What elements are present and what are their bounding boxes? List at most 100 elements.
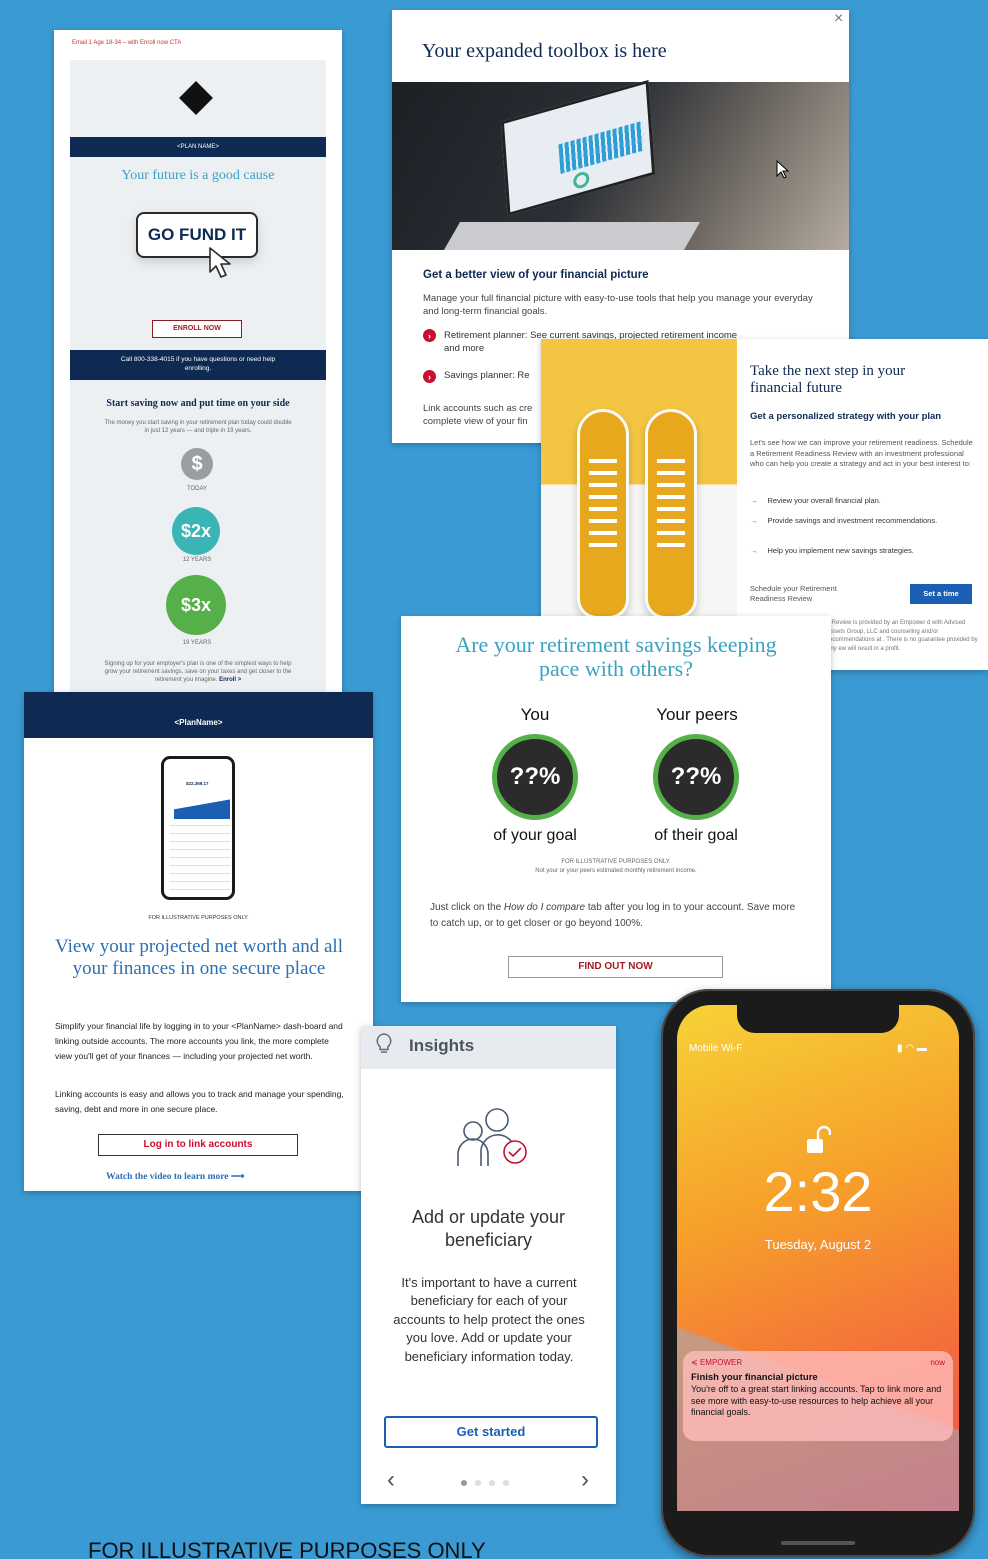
carousel-dot[interactable]	[489, 1480, 495, 1486]
carousel-next-button[interactable]: ›	[581, 1466, 589, 1494]
phone-rows	[170, 825, 230, 891]
peers-title: Are your retirement savings keeping pace…	[455, 632, 777, 682]
toolbox-footer: Link accounts such as cre complete view …	[423, 403, 533, 428]
arrow-right-icon: →	[750, 516, 758, 525]
home-indicator	[781, 1541, 855, 1545]
go-fund-it-art: GO FUND IT	[136, 212, 258, 258]
log-in-link-accounts-button[interactable]: Log in to link accounts	[98, 1134, 298, 1156]
set-a-time-button[interactable]: Set a time	[910, 584, 972, 604]
next-step-title: Take the next step in your financial fut…	[750, 363, 906, 397]
peers-gauge: ??%	[653, 734, 739, 820]
laces	[657, 459, 685, 549]
toolbox-bullet-2-text: Savings planner: Re	[444, 370, 530, 381]
lightbulb-icon	[376, 1033, 392, 1053]
notification-app: ≼ EMPOWER	[691, 1358, 743, 1367]
phone-frame: Mobile Wi-F ▮ ◠ ▬ 2:32 Tuesday, August 2…	[661, 989, 975, 1557]
next-step-bullet-2: → Provide savings and investment recommen…	[750, 516, 950, 525]
chevron-right-icon: ›	[423, 329, 436, 342]
watch-video-link-text: Watch the video to learn more	[106, 1172, 229, 1182]
laptop-screen	[500, 79, 656, 217]
find-out-now-button[interactable]: FIND OUT NOW	[508, 956, 723, 978]
schedule-label: Schedule your Retirement Readiness Revie…	[750, 584, 837, 603]
enroll-link[interactable]: Enroll >	[219, 677, 241, 683]
toolbox-subhead: Get a better view of your financial pict…	[423, 269, 649, 281]
insights-title: Add or update your beneficiary	[411, 1207, 566, 1250]
insights-header-title: Insights	[409, 1036, 475, 1055]
phone-screen: Mobile Wi-F ▮ ◠ ▬ 2:32 Tuesday, August 2…	[677, 1005, 959, 1511]
next-step-bullet-1: → Review your overall financial plan.	[750, 496, 881, 505]
beneficiary-icon	[457, 1108, 527, 1166]
you-caption: of your goal	[493, 827, 577, 844]
notification[interactable]: ≼ EMPOWER now Finish your financial pict…	[683, 1351, 953, 1441]
email-headline: Your future is a good cause	[121, 168, 275, 183]
carrier-label: Mobile Wi-F	[689, 1043, 743, 1054]
peers-note-1: FOR ILLUSTRATIVE PURPOSES ONLY.	[561, 859, 671, 865]
insights-header	[361, 1026, 616, 1069]
toolbox-title: Your expanded toolbox is here	[422, 40, 667, 62]
peers-caption: of their goal	[654, 827, 738, 844]
net-worth-body-2: Linking accounts is easy and allows you …	[55, 1089, 344, 1114]
illustrative-note: FOR ILLUSTRATIVE PURPOSES ONLY.	[148, 915, 249, 921]
illustrative-footer: FOR ILLUSTRATIVE PURPOSES ONLY	[88, 1538, 486, 1559]
peers-body: Just click on the How do I compare tab a…	[430, 900, 802, 932]
chevron-right-icon: ›	[423, 370, 436, 383]
lock-date: Tuesday, August 2	[764, 1237, 872, 1252]
screen-chart	[558, 120, 645, 174]
notification-body: You're off to a great start linking acco…	[691, 1384, 942, 1418]
carousel-dots	[461, 1480, 509, 1486]
notification-time: now	[930, 1358, 945, 1367]
peers-card: Are your retirement savings keeping pace…	[401, 616, 831, 1002]
plan-name-bar: <PLAN NAME>	[70, 137, 326, 157]
phone-balance: $22,359.17	[186, 781, 209, 786]
section-title: Start saving now and put time on your si…	[106, 398, 290, 409]
email-card: Email 1 Age 18-34 – with Enroll now CTA …	[54, 30, 342, 692]
status-icons: ▮ ◠ ▬	[897, 1043, 927, 1054]
laces	[589, 459, 617, 549]
next-step-disclaimer: s Review is provided by an Empower d wit…	[827, 620, 978, 653]
notification-title: Finish your financial picture	[691, 1372, 818, 1383]
next-step-subhead: Get a personalized strategy with your pl…	[750, 411, 942, 422]
unlocked-padlock-icon	[807, 1125, 831, 1153]
phone-mockup: $22,359.17	[161, 756, 235, 900]
laptop-keyboard	[443, 222, 701, 250]
next-step-bullet-2-text: Provide savings and investment recommend…	[767, 516, 938, 525]
growth-12-years: $2x	[172, 507, 220, 555]
carousel-prev-button[interactable]: ‹	[387, 1466, 395, 1494]
growth-19-years: $3x	[166, 575, 226, 635]
growth-today-label: TODAY	[186, 486, 208, 492]
lock-time: 2:32	[763, 1160, 873, 1223]
net-worth-title: View your projected net worth and all yo…	[55, 936, 343, 980]
email-footer-copy: Signing up for your employer's plan is o…	[104, 661, 292, 684]
pointer-icon	[776, 160, 790, 179]
phone-chart	[174, 793, 230, 819]
you-gauge: ??%	[492, 734, 578, 820]
next-step-bullet-3-text: Help you implement new savings strategie…	[767, 546, 914, 555]
long-arrow-right-icon: ⟶	[230, 1172, 245, 1182]
laptop-photo	[392, 79, 849, 250]
growth-today: $	[181, 448, 213, 480]
growth-12-label: 12 YEARS	[182, 557, 212, 563]
arrow-right-icon: →	[750, 546, 758, 555]
peers-body-pre: Just click on the	[430, 902, 504, 913]
carousel-dot[interactable]	[461, 1480, 467, 1486]
carousel-dot[interactable]	[475, 1480, 481, 1486]
peers-label: Your peers	[656, 705, 738, 724]
phone-notch	[737, 1005, 899, 1033]
call-banner: Call 800-338-4015 if you have questions …	[70, 350, 326, 380]
close-icon[interactable]: ×	[834, 10, 843, 28]
toolbox-body: Manage your full financial picture with …	[423, 293, 813, 318]
peers-note-2: Not your or your peers estimated monthly…	[535, 868, 697, 874]
arrow-right-icon: →	[750, 496, 758, 505]
section-body: The money you start saving in your retir…	[104, 420, 292, 435]
email-header-note: Email 1 Age 18-34 – with Enroll now CTA	[72, 40, 182, 46]
get-started-button[interactable]: Get started	[384, 1416, 598, 1448]
email-footer-text: Signing up for your employer's plan is o…	[102, 660, 294, 684]
insights-body: It's important to have a current benefic…	[393, 1275, 585, 1364]
carousel-dot[interactable]	[503, 1480, 509, 1486]
next-step-body: Let's see how we can improve your retire…	[750, 438, 973, 468]
insights-card: Insights Add or update your beneficiary …	[361, 1026, 616, 1504]
enroll-now-button[interactable]: ENROLL NOW	[152, 320, 242, 338]
next-step-bullet-3: → Help you implement new savings strategi…	[750, 546, 914, 555]
watch-video-link[interactable]: Watch the video to learn more ⟶	[106, 1171, 245, 1182]
screen-gauge	[572, 170, 590, 191]
